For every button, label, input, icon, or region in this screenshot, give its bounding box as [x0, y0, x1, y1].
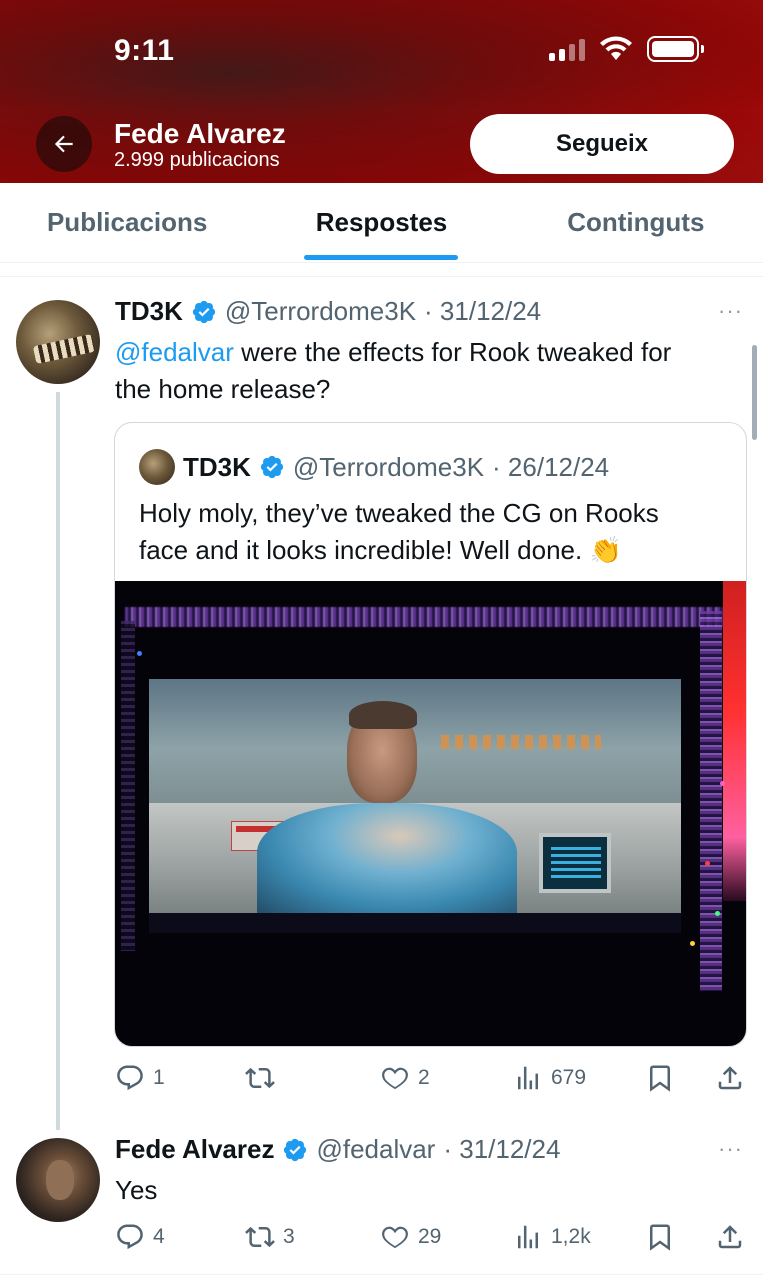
quote-author-handle: @Terrordome3K — [292, 451, 485, 482]
tab-label: Continguts — [567, 207, 705, 237]
verified-badge-icon — [192, 300, 216, 323]
thread-line — [56, 392, 60, 1130]
bookmark-icon — [650, 1224, 670, 1251]
tweet-date[interactable]: · 31/12/24 — [443, 1134, 560, 1165]
verified-badge-icon — [284, 1138, 307, 1161]
reply-icon — [117, 1224, 143, 1250]
quoted-tweet[interactable]: TD3K @Terrordome3K · 26/12/24 Holy moly,… — [114, 422, 747, 1047]
author-name[interactable]: Fede Alvarez — [115, 1134, 274, 1165]
share-icon — [718, 1225, 742, 1249]
active-tab-indicator — [304, 255, 459, 260]
tweet-header: TD3K @Terrordome3K · 31/12/24 — [115, 296, 541, 327]
arrow-left-icon — [54, 135, 73, 153]
quote-media-image[interactable] — [115, 581, 746, 1046]
mention-link[interactable]: @fedalvar — [115, 337, 234, 367]
views-count: 1,2k — [551, 1225, 591, 1248]
tv-screen — [149, 679, 681, 913]
divider — [0, 276, 763, 277]
tweet-text: @fedalvar were the effects for Rook twea… — [115, 334, 671, 408]
repost-button[interactable]: 3 — [245, 1217, 295, 1257]
like-count: 29 — [418, 1225, 442, 1248]
repost-icon — [245, 1226, 275, 1248]
author-handle[interactable]: @Terrordome3K — [225, 296, 416, 327]
profile-tabs: Publicacions Respostes Continguts — [0, 183, 763, 263]
tweet-header: Fede Alvarez @fedalvar · 31/12/24 — [115, 1134, 560, 1165]
tab-publicacions[interactable]: Publicacions — [0, 183, 254, 262]
share-button[interactable] — [715, 1058, 745, 1098]
follow-button[interactable]: Segueix — [470, 114, 734, 174]
tab-label: Publicacions — [46, 207, 208, 237]
like-count: 2 — [418, 1066, 430, 1089]
quote-text-line: face and it looks incredible! Well done.… — [139, 535, 622, 565]
tweet-text-line: the home release? — [115, 374, 331, 404]
share-icon — [718, 1066, 742, 1090]
tweet-text: Yes — [115, 1175, 158, 1205]
tweet-actions: 1 2 679 — [115, 1058, 745, 1098]
battery-icon — [647, 36, 704, 62]
verified-badge-icon — [260, 455, 284, 479]
post-count: 2.999 publicacions — [114, 149, 280, 171]
author-name[interactable]: TD3K — [115, 296, 183, 327]
red-light — [723, 581, 746, 901]
tinsel-decoration — [125, 607, 725, 627]
more-options-icon[interactable]: ··· — [718, 1136, 743, 1162]
tab-label: Respostes — [315, 207, 448, 237]
tweet-date[interactable]: · 31/12/24 — [424, 296, 541, 327]
divider — [0, 1274, 763, 1275]
bookmark-icon — [650, 1065, 670, 1092]
views-count: 679 — [551, 1066, 587, 1089]
heart-icon — [382, 1226, 408, 1249]
quote-text: Holy moly, they’ve tweaked the CG on Roo… — [139, 495, 729, 569]
repost-icon — [245, 1067, 275, 1089]
repost-count: 3 — [283, 1225, 295, 1248]
tinsel-decoration — [121, 621, 135, 951]
reply-button[interactable]: 1 — [115, 1058, 165, 1098]
heart-icon — [382, 1067, 408, 1090]
avatar[interactable] — [16, 1138, 100, 1222]
share-button[interactable] — [715, 1217, 745, 1257]
reply-count: 4 — [153, 1225, 165, 1248]
views-chart-icon — [518, 1066, 538, 1090]
avatar[interactable] — [16, 300, 100, 384]
back-button[interactable] — [36, 116, 92, 172]
quote-date: · 26/12/24 — [492, 451, 610, 482]
views-button[interactable]: 679 — [513, 1058, 586, 1098]
bookmark-button[interactable] — [645, 1058, 675, 1098]
quote-header: TD3K @Terrordome3K · 26/12/24 — [139, 449, 609, 485]
reply-button[interactable]: 4 — [115, 1217, 165, 1257]
tweet-text-line: were the effects for Rook tweaked for — [233, 337, 672, 367]
bookmark-button[interactable] — [645, 1217, 675, 1257]
profile-name: Fede Alvarez — [114, 118, 286, 149]
reply-count: 1 — [153, 1066, 165, 1089]
wifi-icon — [600, 36, 632, 60]
status-icons — [549, 36, 704, 62]
like-button[interactable]: 2 — [380, 1058, 430, 1098]
views-button[interactable]: 1,2k — [513, 1217, 591, 1257]
repost-button[interactable] — [245, 1058, 283, 1098]
more-options-icon[interactable]: ··· — [718, 298, 743, 324]
profile-header: 9:11 Fede Alvarez 2.999 publicacions Seg… — [0, 0, 763, 183]
scrollbar[interactable] — [752, 345, 757, 440]
status-time: 9:11 — [114, 34, 175, 67]
signal-icon — [549, 37, 585, 61]
like-button[interactable]: 29 — [380, 1217, 441, 1257]
tweet-actions: 4 3 29 1,2k — [115, 1217, 745, 1257]
author-handle[interactable]: @fedalvar — [316, 1134, 435, 1165]
quote-avatar — [139, 449, 175, 485]
tab-respostes[interactable]: Respostes — [254, 183, 508, 262]
quote-author-name: TD3K — [183, 451, 251, 482]
tab-continguts[interactable]: Continguts — [509, 183, 763, 262]
tinsel-decoration — [700, 611, 722, 991]
reply-icon — [117, 1065, 143, 1091]
quote-text-line: Holy moly, they’ve tweaked the CG on Roo… — [139, 498, 659, 528]
views-chart-icon — [518, 1225, 538, 1249]
